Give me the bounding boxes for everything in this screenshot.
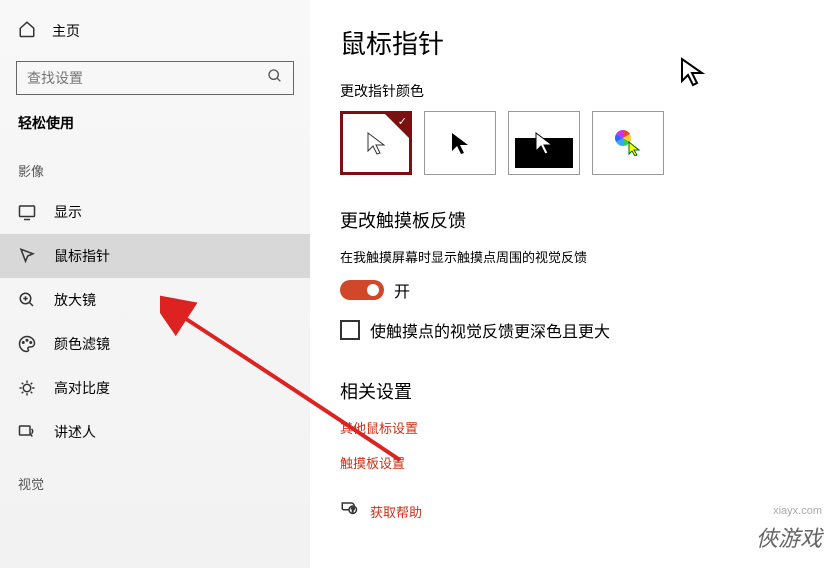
pointer-color-tiles: ✓ [340, 111, 834, 175]
search-input[interactable] [27, 70, 267, 86]
link-get-help[interactable]: 获取帮助 [370, 502, 422, 521]
pointer-color-custom[interactable] [592, 111, 664, 175]
section-title: 轻松使用 [0, 113, 310, 133]
sidebar-item-narrator[interactable]: 讲述人 [0, 410, 310, 454]
watermark-brand: 俠游戏 [756, 521, 822, 556]
pointer-color-white[interactable]: ✓ [340, 111, 412, 175]
sidebar-item-mouse-pointer[interactable]: 鼠标指针 [0, 234, 310, 278]
touch-feedback-toggle[interactable] [340, 280, 384, 300]
sidebar-item-label: 颜色滤镜 [54, 334, 110, 354]
link-other-mouse-settings[interactable]: 其他鼠标设置 [340, 418, 834, 437]
sidebar-item-label: 讲述人 [54, 422, 96, 442]
check-icon: ✓ [398, 115, 407, 128]
page-title: 鼠标指针 [340, 24, 834, 61]
watermark: xiayx.com 俠游戏 [756, 503, 822, 556]
touch-section-title: 更改触摸板反馈 [340, 207, 834, 233]
settings-sidebar: 主页 轻松使用 影像 显示 鼠标指针 放大镜 颜色滤镜 [0, 0, 310, 568]
pointer-color-black[interactable] [424, 111, 496, 175]
sidebar-item-label: 显示 [54, 202, 82, 222]
help-icon: ? [340, 500, 358, 523]
related-title: 相关设置 [340, 378, 834, 404]
checkbox-label: 使触摸点的视觉反馈更深色且更大 [370, 318, 610, 342]
link-touchpad-settings[interactable]: 触摸板设置 [340, 453, 834, 472]
cursor-icon [18, 247, 36, 265]
watermark-url: xiayx.com [756, 503, 822, 521]
pointer-color-inverted[interactable] [508, 111, 580, 175]
touch-section-desc: 在我触摸屏幕时显示触摸点周围的视觉反馈 [340, 247, 834, 266]
toggle-state-label: 开 [394, 278, 410, 302]
group-header-b: 视觉 [0, 474, 310, 493]
narrator-icon [18, 423, 36, 441]
sidebar-item-label: 高对比度 [54, 378, 110, 398]
sidebar-item-color-filters[interactable]: 颜色滤镜 [0, 322, 310, 366]
sidebar-item-label: 放大镜 [54, 290, 96, 310]
sidebar-item-label: 鼠标指针 [54, 246, 110, 266]
color-section-label: 更改指针颜色 [340, 81, 834, 101]
monitor-icon [18, 203, 36, 221]
main-content: 鼠标指针 更改指针颜色 ✓ [310, 0, 834, 568]
contrast-icon [18, 379, 36, 397]
palette-icon [18, 335, 36, 353]
sidebar-item-display[interactable]: 显示 [0, 190, 310, 234]
home-nav[interactable]: 主页 [0, 12, 310, 49]
search-icon [267, 68, 283, 89]
search-input-container[interactable] [16, 61, 294, 95]
home-label: 主页 [52, 21, 80, 41]
group-header-a: 影像 [0, 161, 310, 180]
magnifier-icon [18, 291, 36, 309]
cursor-decoration-icon [678, 56, 710, 88]
sidebar-item-magnifier[interactable]: 放大镜 [0, 278, 310, 322]
touch-darker-checkbox[interactable] [340, 320, 360, 340]
home-icon [18, 20, 36, 41]
sidebar-item-high-contrast[interactable]: 高对比度 [0, 366, 310, 410]
